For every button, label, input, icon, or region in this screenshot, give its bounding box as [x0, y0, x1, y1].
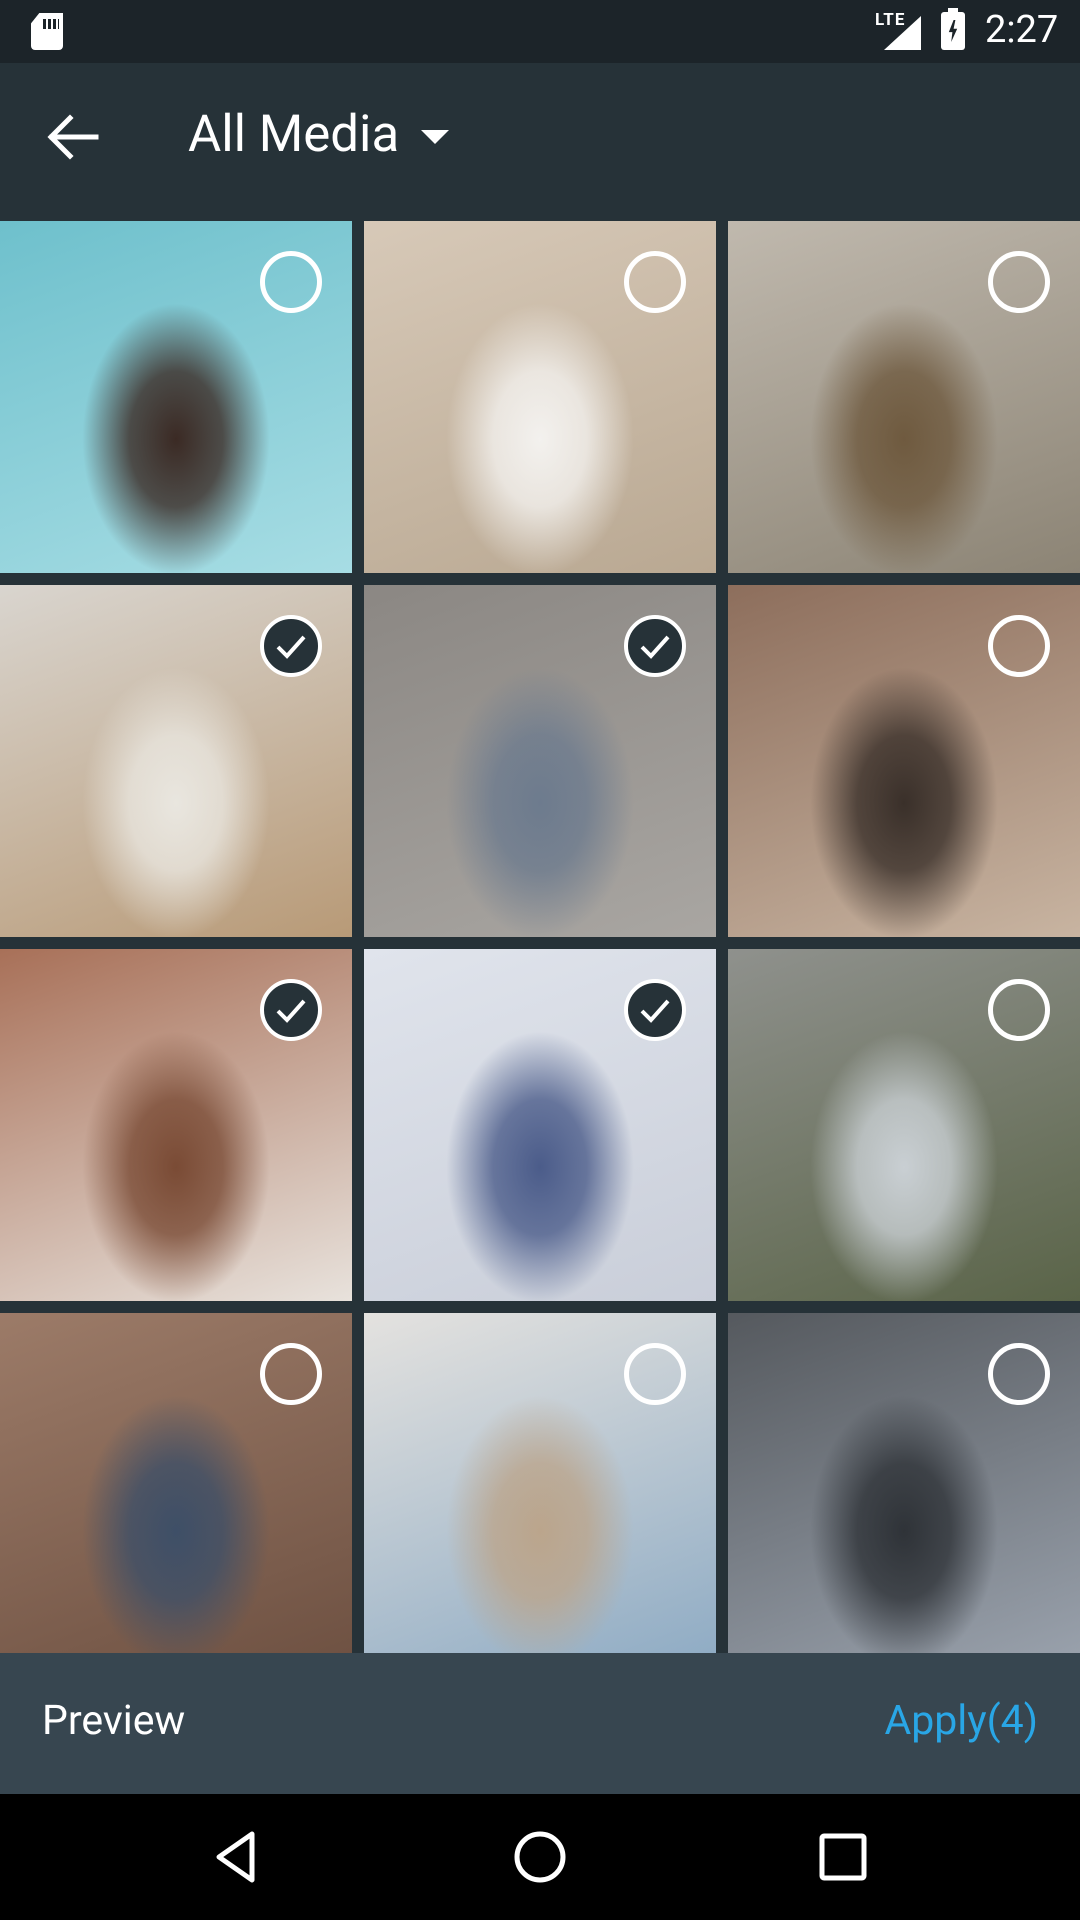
- select-checkbox[interactable]: [260, 251, 322, 313]
- selected-checkbox[interactable]: [260, 979, 322, 1041]
- status-time: 2:27: [985, 8, 1059, 52]
- media-grid: [0, 221, 1080, 1653]
- network-type: LTE: [875, 10, 906, 30]
- photo-tile[interactable]: [364, 585, 716, 937]
- nav-home-icon[interactable]: [507, 1824, 573, 1890]
- photo-tile[interactable]: [728, 585, 1080, 937]
- check-icon: [276, 999, 306, 1023]
- select-checkbox[interactable]: [624, 1343, 686, 1405]
- selected-checkbox[interactable]: [624, 979, 686, 1041]
- preview-button[interactable]: Preview: [42, 1697, 185, 1745]
- action-bar: Preview Apply(4): [0, 1653, 1080, 1794]
- status-bar: LTE 2:27: [0, 0, 1080, 63]
- battery-charging-icon: [941, 8, 965, 50]
- photo-tile[interactable]: [364, 1313, 716, 1653]
- select-checkbox[interactable]: [624, 251, 686, 313]
- selected-checkbox[interactable]: [624, 615, 686, 677]
- select-checkbox[interactable]: [988, 615, 1050, 677]
- photo-tile[interactable]: [728, 1313, 1080, 1653]
- photo-tile[interactable]: [0, 1313, 352, 1653]
- selected-checkbox[interactable]: [260, 615, 322, 677]
- photo-tile[interactable]: [728, 221, 1080, 573]
- navigation-bar: [0, 1794, 1080, 1920]
- page-title: All Media: [188, 105, 400, 164]
- back-button[interactable]: [36, 101, 108, 173]
- caret-down-icon: [421, 129, 450, 144]
- check-icon: [640, 999, 670, 1023]
- media-filter-dropdown[interactable]: All Media: [188, 105, 450, 164]
- photo-tile[interactable]: [728, 949, 1080, 1301]
- toolbar: All Media: [0, 63, 1080, 211]
- select-checkbox[interactable]: [988, 979, 1050, 1041]
- select-checkbox[interactable]: [260, 1343, 322, 1405]
- check-icon: [640, 635, 670, 659]
- photo-tile[interactable]: [0, 585, 352, 937]
- select-checkbox[interactable]: [988, 251, 1050, 313]
- arrow-back-icon: [47, 114, 99, 160]
- photo-tile[interactable]: [364, 221, 716, 573]
- photo-tile[interactable]: [0, 221, 352, 573]
- nav-back-icon[interactable]: [204, 1824, 270, 1890]
- nav-recents-icon[interactable]: [810, 1824, 876, 1890]
- sd-card-icon: [31, 13, 63, 50]
- select-checkbox[interactable]: [988, 1343, 1050, 1405]
- photo-tile[interactable]: [0, 949, 352, 1301]
- photo-tile[interactable]: [364, 949, 716, 1301]
- apply-button[interactable]: Apply(4): [884, 1697, 1038, 1745]
- check-icon: [276, 635, 306, 659]
